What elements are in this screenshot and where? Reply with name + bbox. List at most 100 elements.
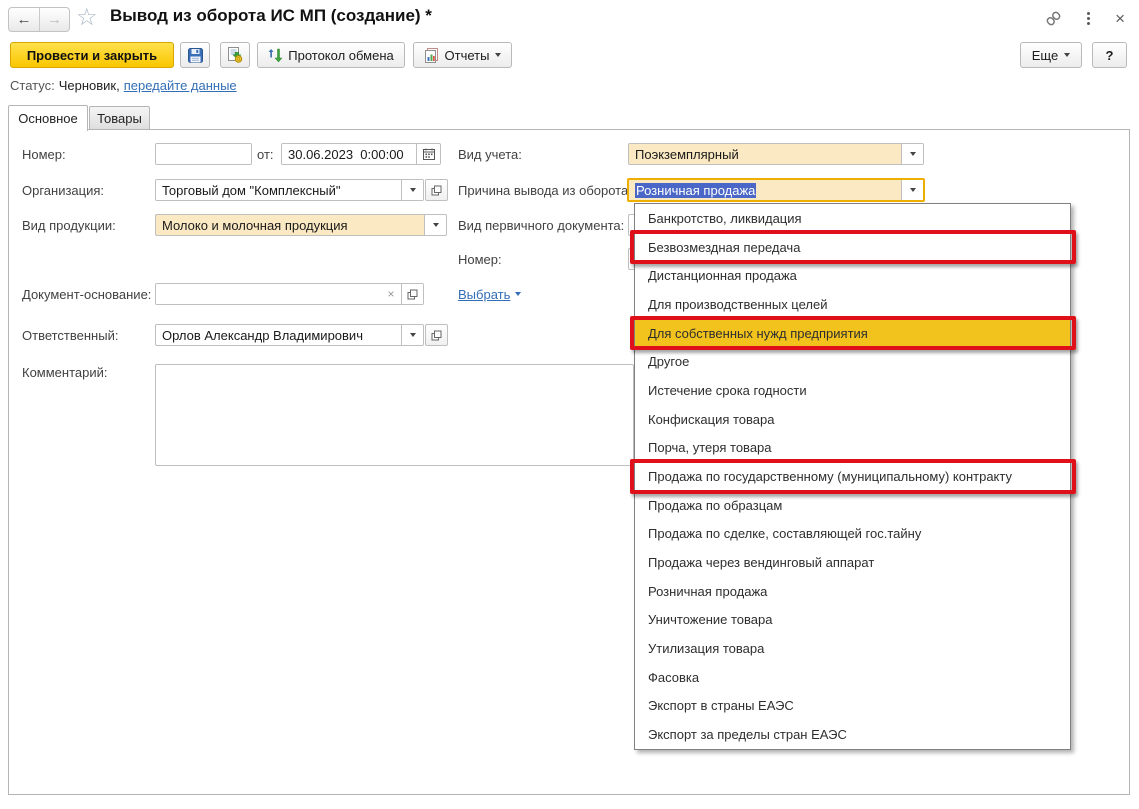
reports-button[interactable]: Отчеты bbox=[413, 42, 512, 68]
calendar-button[interactable] bbox=[416, 144, 440, 164]
product-type-combo[interactable]: Молоко и молочная продукция bbox=[155, 214, 447, 236]
status-value: Черновик, bbox=[59, 78, 120, 93]
number-value bbox=[156, 144, 251, 164]
exchange-protocol-button[interactable]: Протокол обмена bbox=[257, 42, 405, 68]
back-icon: ← bbox=[17, 11, 32, 28]
document-window: ← → ☆ Вывод из оборота ИС МП (создание) … bbox=[0, 0, 1139, 809]
favorite-star-icon[interactable]: ☆ bbox=[76, 3, 98, 32]
dropdown-item[interactable]: Розничная продажа bbox=[635, 577, 1070, 606]
dropdown-item[interactable]: Для собственных нужд предприятия bbox=[635, 319, 1070, 348]
dropdown-item[interactable]: Экспорт за пределы стран ЕАЭС bbox=[635, 720, 1070, 749]
clear-button[interactable]: × bbox=[381, 284, 401, 304]
reason-label: Причина вывода из оборота: bbox=[458, 179, 632, 201]
dropdown-item[interactable]: Конфискация товара bbox=[635, 405, 1070, 434]
comment-label: Комментарий: bbox=[22, 361, 108, 383]
account-type-label: Вид учета: bbox=[458, 143, 522, 165]
more-caret-icon bbox=[1064, 53, 1070, 57]
reason-value: Розничная продажа bbox=[629, 180, 901, 200]
base-document-open-button[interactable] bbox=[401, 284, 423, 304]
responsible-open-button[interactable] bbox=[425, 324, 448, 346]
product-type-value: Молоко и молочная продукция bbox=[156, 215, 424, 235]
number-input[interactable] bbox=[155, 143, 252, 165]
dropdown-item[interactable]: Экспорт в страны ЕАЭС bbox=[635, 692, 1070, 721]
chevron-down-icon bbox=[410, 333, 416, 337]
account-type-value: Поэкземплярный bbox=[629, 144, 901, 164]
open-form-icon bbox=[431, 330, 442, 341]
reports-label: Отчеты bbox=[445, 48, 490, 63]
open-form-icon bbox=[431, 185, 442, 196]
save-icon bbox=[188, 48, 203, 63]
choose-caret-icon bbox=[515, 292, 521, 296]
reports-caret-icon bbox=[495, 53, 501, 57]
open-form-icon bbox=[407, 289, 418, 300]
exchange-arrows-icon bbox=[268, 48, 282, 63]
help-button[interactable]: ? bbox=[1092, 42, 1127, 68]
dropdown-item[interactable]: Истечение срока годности bbox=[635, 376, 1070, 405]
reports-icon bbox=[424, 48, 439, 63]
reason-combo[interactable]: Розничная продажа bbox=[627, 178, 925, 202]
post-and-close-button[interactable]: Провести и закрыть bbox=[10, 42, 174, 68]
date-label: от: bbox=[257, 143, 274, 165]
dropdown-item[interactable]: Банкротство, ликвидация bbox=[635, 204, 1070, 233]
dropdown-item[interactable]: Безвозмездная передача bbox=[635, 233, 1070, 262]
product-type-dropdown-button[interactable] bbox=[424, 215, 446, 235]
post-document-button[interactable] bbox=[220, 42, 250, 68]
responsible-dropdown-button[interactable] bbox=[401, 325, 423, 345]
tab-main[interactable]: Основное bbox=[8, 105, 88, 131]
organization-combo[interactable]: Торговый дом "Комплексный" bbox=[155, 179, 424, 201]
dropdown-item[interactable]: Другое bbox=[635, 347, 1070, 376]
dropdown-item[interactable]: Дистанционная продажа bbox=[635, 261, 1070, 290]
account-type-combo[interactable]: Поэкземплярный bbox=[628, 143, 924, 165]
chevron-down-icon bbox=[910, 188, 916, 192]
dropdown-item[interactable]: Продажа по образцам bbox=[635, 491, 1070, 520]
responsible-value: Орлов Александр Владимирович bbox=[156, 325, 401, 345]
dropdown-item[interactable]: Порча, утеря товара bbox=[635, 433, 1070, 462]
organization-label: Организация: bbox=[22, 179, 104, 201]
dropdown-item[interactable]: Продажа по государственному (муниципальн… bbox=[635, 462, 1070, 491]
calendar-icon bbox=[423, 148, 435, 160]
organization-open-button[interactable] bbox=[425, 179, 448, 201]
organization-dropdown-button[interactable] bbox=[401, 180, 423, 200]
exchange-protocol-label: Протокол обмена bbox=[288, 48, 394, 63]
save-button[interactable] bbox=[180, 42, 210, 68]
forward-icon: → bbox=[47, 11, 62, 28]
chevron-down-icon bbox=[410, 188, 416, 192]
post-document-icon bbox=[227, 47, 243, 63]
tab-goods[interactable]: Товары bbox=[89, 106, 150, 130]
reason-dropdown-button[interactable] bbox=[901, 180, 923, 200]
choose-link-wrap: Выбрать bbox=[458, 283, 521, 305]
status-line: Статус: Черновик, передайте данные bbox=[10, 78, 237, 93]
chevron-down-icon bbox=[910, 152, 916, 156]
kebab-menu-icon[interactable] bbox=[1084, 11, 1093, 26]
base-document-value bbox=[156, 284, 381, 304]
comment-input[interactable] bbox=[155, 364, 634, 466]
back-button[interactable]: ← bbox=[9, 8, 39, 31]
dropdown-item[interactable]: Фасовка bbox=[635, 663, 1070, 692]
dropdown-item[interactable]: Уничтожение товара bbox=[635, 606, 1070, 635]
number-label: Номер: bbox=[22, 143, 66, 165]
dropdown-item[interactable]: Продажа через вендинговый аппарат bbox=[635, 548, 1070, 577]
send-data-link[interactable]: передайте данные bbox=[124, 78, 237, 93]
more-label: Еще bbox=[1032, 48, 1058, 63]
base-document-input[interactable]: × bbox=[155, 283, 424, 305]
choose-link[interactable]: Выбрать bbox=[458, 287, 510, 302]
primary-doc-type-label: Вид первичного документа: bbox=[458, 214, 624, 236]
organization-value: Торговый дом "Комплексный" bbox=[156, 180, 401, 200]
close-icon[interactable]: × bbox=[1115, 10, 1125, 27]
forward-button[interactable]: → bbox=[39, 8, 69, 31]
account-type-dropdown-button[interactable] bbox=[901, 144, 923, 164]
more-button[interactable]: Еще bbox=[1020, 42, 1082, 68]
dropdown-item[interactable]: Для производственных целей bbox=[635, 290, 1070, 319]
dropdown-item[interactable]: Продажа по сделке, составляющей гос.тайн… bbox=[635, 520, 1070, 549]
date-input[interactable]: 30.06.2023 0:00:00 bbox=[281, 143, 441, 165]
reason-dropdown-panel: Банкротство, ликвидацияБезвозмездная пер… bbox=[634, 203, 1071, 750]
status-label: Статус: bbox=[10, 78, 55, 93]
page-title: Вывод из оборота ИС МП (создание) * bbox=[110, 6, 432, 26]
responsible-combo[interactable]: Орлов Александр Владимирович bbox=[155, 324, 424, 346]
get-link-icon[interactable] bbox=[1045, 10, 1062, 27]
chevron-down-icon bbox=[433, 223, 439, 227]
responsible-label: Ответственный: bbox=[22, 324, 118, 346]
date-value: 30.06.2023 0:00:00 bbox=[282, 144, 416, 164]
dropdown-item[interactable]: Утилизация товара bbox=[635, 634, 1070, 663]
nav-arrows: ← → bbox=[8, 7, 70, 32]
